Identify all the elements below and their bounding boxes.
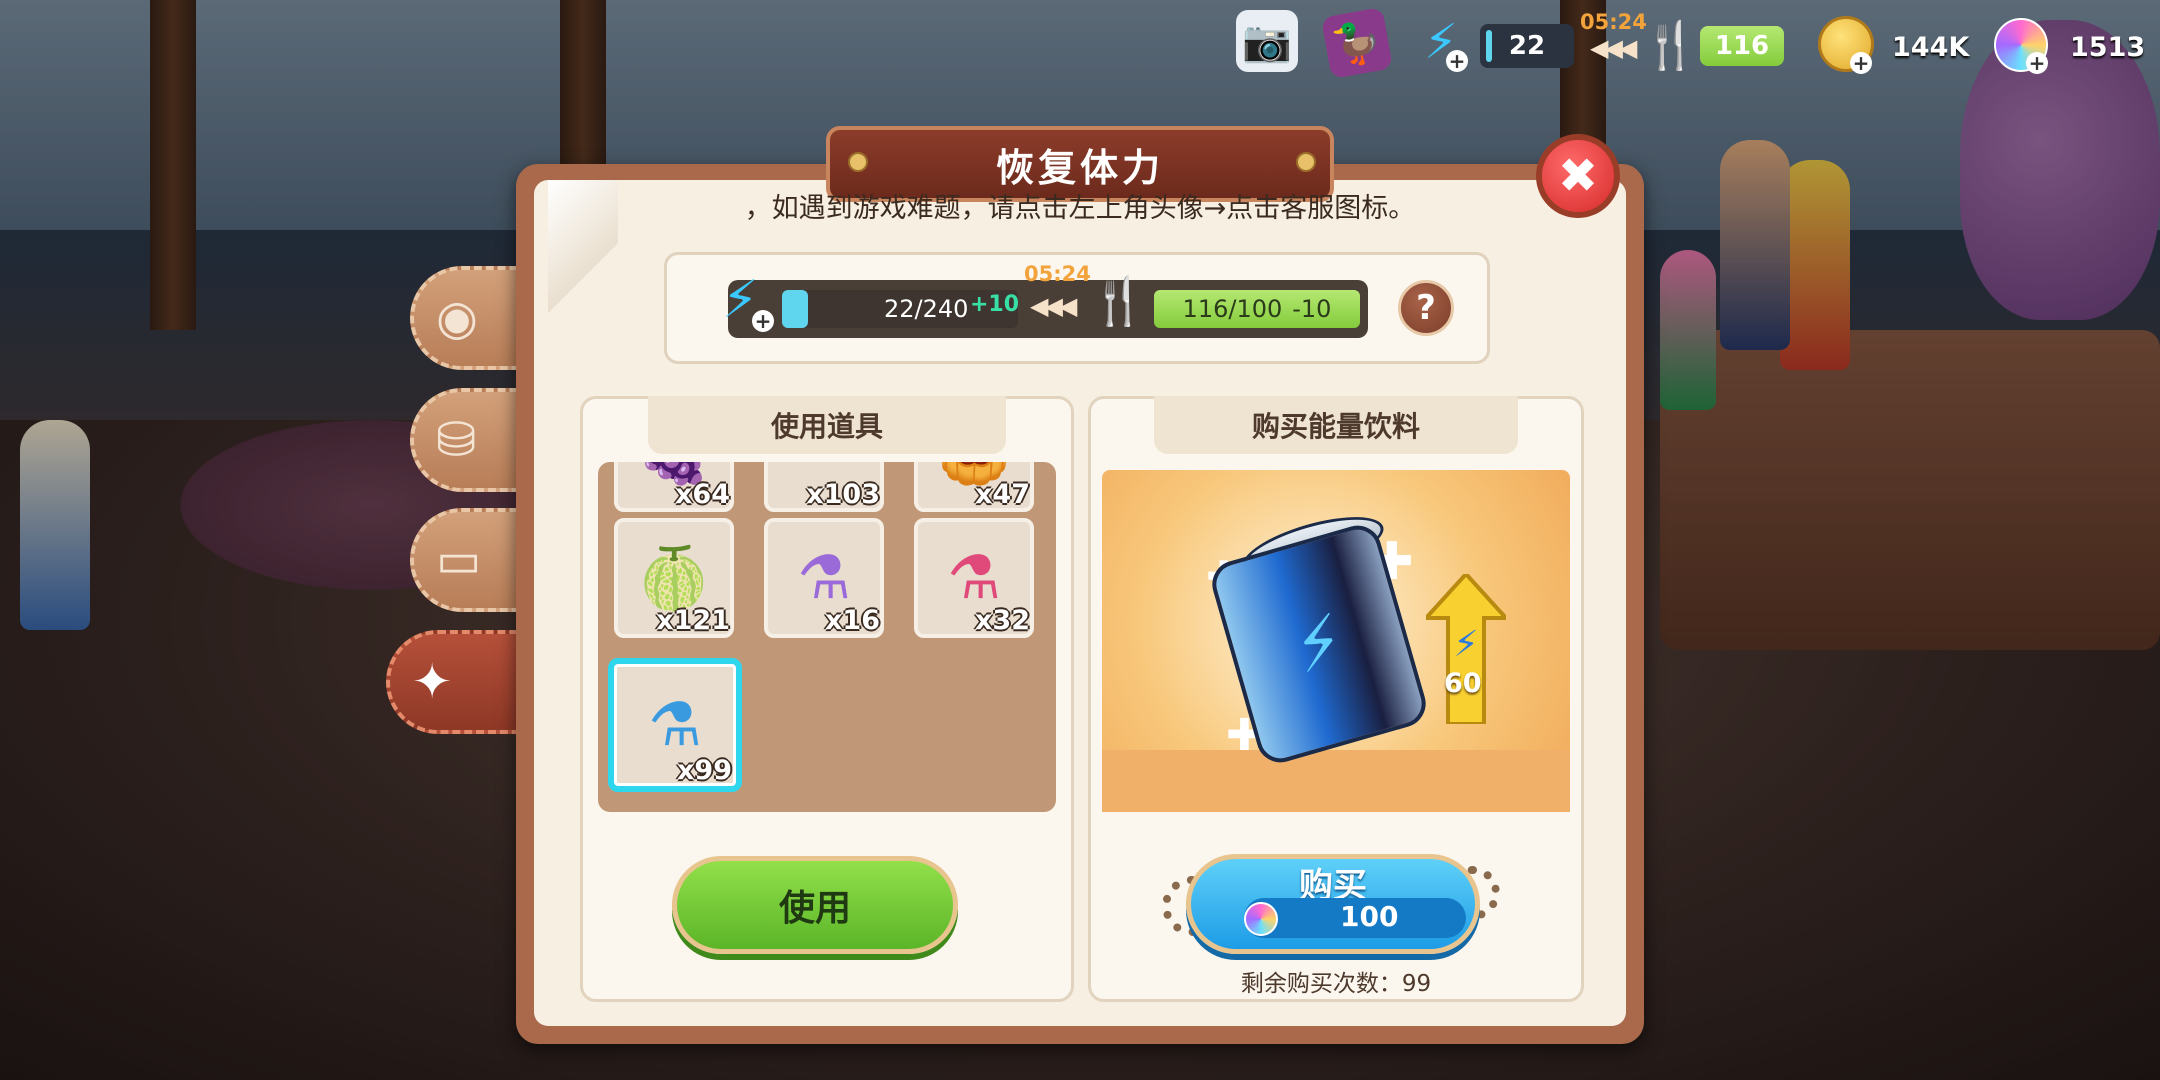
film-reel-icon: ◉ [436,290,478,346]
tab-energy[interactable]: ✦ [386,630,526,734]
tab-cards[interactable]: ▭ [410,508,520,612]
gems-value: 1513 [2070,32,2146,63]
remaining-purchases: 剩余购买次数：99 [1240,971,1432,997]
food-amount: 116/100 [1182,295,1283,323]
energy-gain-value: 60 [1444,668,1482,699]
coin-stack-icon: ⛁ [436,412,477,468]
energy-timer: 05:24 [1580,10,1647,34]
item-count: x47 [975,479,1030,510]
tab-coins[interactable]: ⛁ [410,388,520,492]
item-slot[interactable]: 🍇 x64 [614,462,734,512]
item-count: x32 [975,605,1030,636]
dialog-title-text: 恢复体力 [995,145,1164,190]
item-slot[interactable]: 🍈 x121 [614,518,734,638]
item-count: x103 [806,479,880,510]
item-count: x121 [656,605,730,636]
scrolling-notice: ，如遇到游戏难题，请点击左上角头像→点击客服图标。 [744,193,1416,224]
svg-text:⚡: ⚡ [1453,624,1478,665]
energy-add-icon[interactable]: + [752,310,774,332]
fork-knife-icon: 🍴 [1090,274,1148,328]
buy-drink-header: 购买能量饮料 [1154,396,1518,454]
promo-floor [1102,750,1570,812]
item-count: x64 [675,479,730,510]
gem-icon [1244,902,1278,936]
use-button[interactable]: 使用 [672,856,958,954]
coins-value: 144K [1892,32,1970,63]
item-grid[interactable]: 🍇 x64 x103 🥮 x47 🍈 x121 ⚗ x16 ⚗ x32 ⚗ x9… [598,462,1056,812]
item-count: x99 [677,755,732,786]
energy-add-icon[interactable]: + [1446,50,1468,72]
help-button[interactable]: ? [1398,280,1454,336]
food-bar: 116/100 -10 [1154,290,1360,328]
buy-price: 100 [1340,900,1399,933]
food-value: 116 [1714,31,1770,61]
item-slot-selected[interactable]: ⚗ x99 [608,658,742,792]
energy-timer: 05:24 [1024,262,1091,286]
tab-camera-roll[interactable]: ◉ [410,266,520,370]
item-slot[interactable]: 🥮 x47 [914,462,1034,512]
card-icon: ▭ [436,532,482,588]
sparkle-bolt-icon: ✦ [412,654,453,710]
rivet-decoration [848,152,868,172]
rivet-decoration [1296,152,1316,172]
energy-counter-fill [1486,30,1492,62]
food-bonus: -10 [1292,295,1332,323]
item-slot[interactable]: x103 [764,462,884,512]
arrow-up-icon: ⚡ [1426,574,1506,724]
energy-bonus: +10 [970,292,1020,317]
item-count: x16 [825,605,880,636]
rewind-icon: ◀◀◀ [1590,34,1637,62]
energy-amount: 22/240 [884,295,969,323]
use-items-header: 使用道具 [648,396,1006,454]
energy-counter: 22 [1480,24,1574,68]
energy-bar-fill [782,290,808,328]
energy-value: 22 [1508,31,1546,61]
camera-icon[interactable]: 📷 [1236,10,1298,72]
food-counter: 116 [1700,26,1784,66]
question-icon: ? [1416,288,1436,328]
gem-add-icon[interactable]: + [2026,52,2048,74]
album-icon[interactable]: 🦆 [1321,7,1393,79]
buy-drink-title: 购买能量饮料 [1251,410,1420,443]
item-slot[interactable]: ⚗ x16 [764,518,884,638]
use-button-label: 使用 [778,888,851,929]
item-slot[interactable]: ⚗ x32 [914,518,1034,638]
rewind-icon: ◀◀◀ [1030,292,1077,320]
use-items-title: 使用道具 [770,410,883,443]
coin-add-icon[interactable]: + [1850,52,1872,74]
fork-knife-icon[interactable]: 🍴 [1642,18,1699,73]
